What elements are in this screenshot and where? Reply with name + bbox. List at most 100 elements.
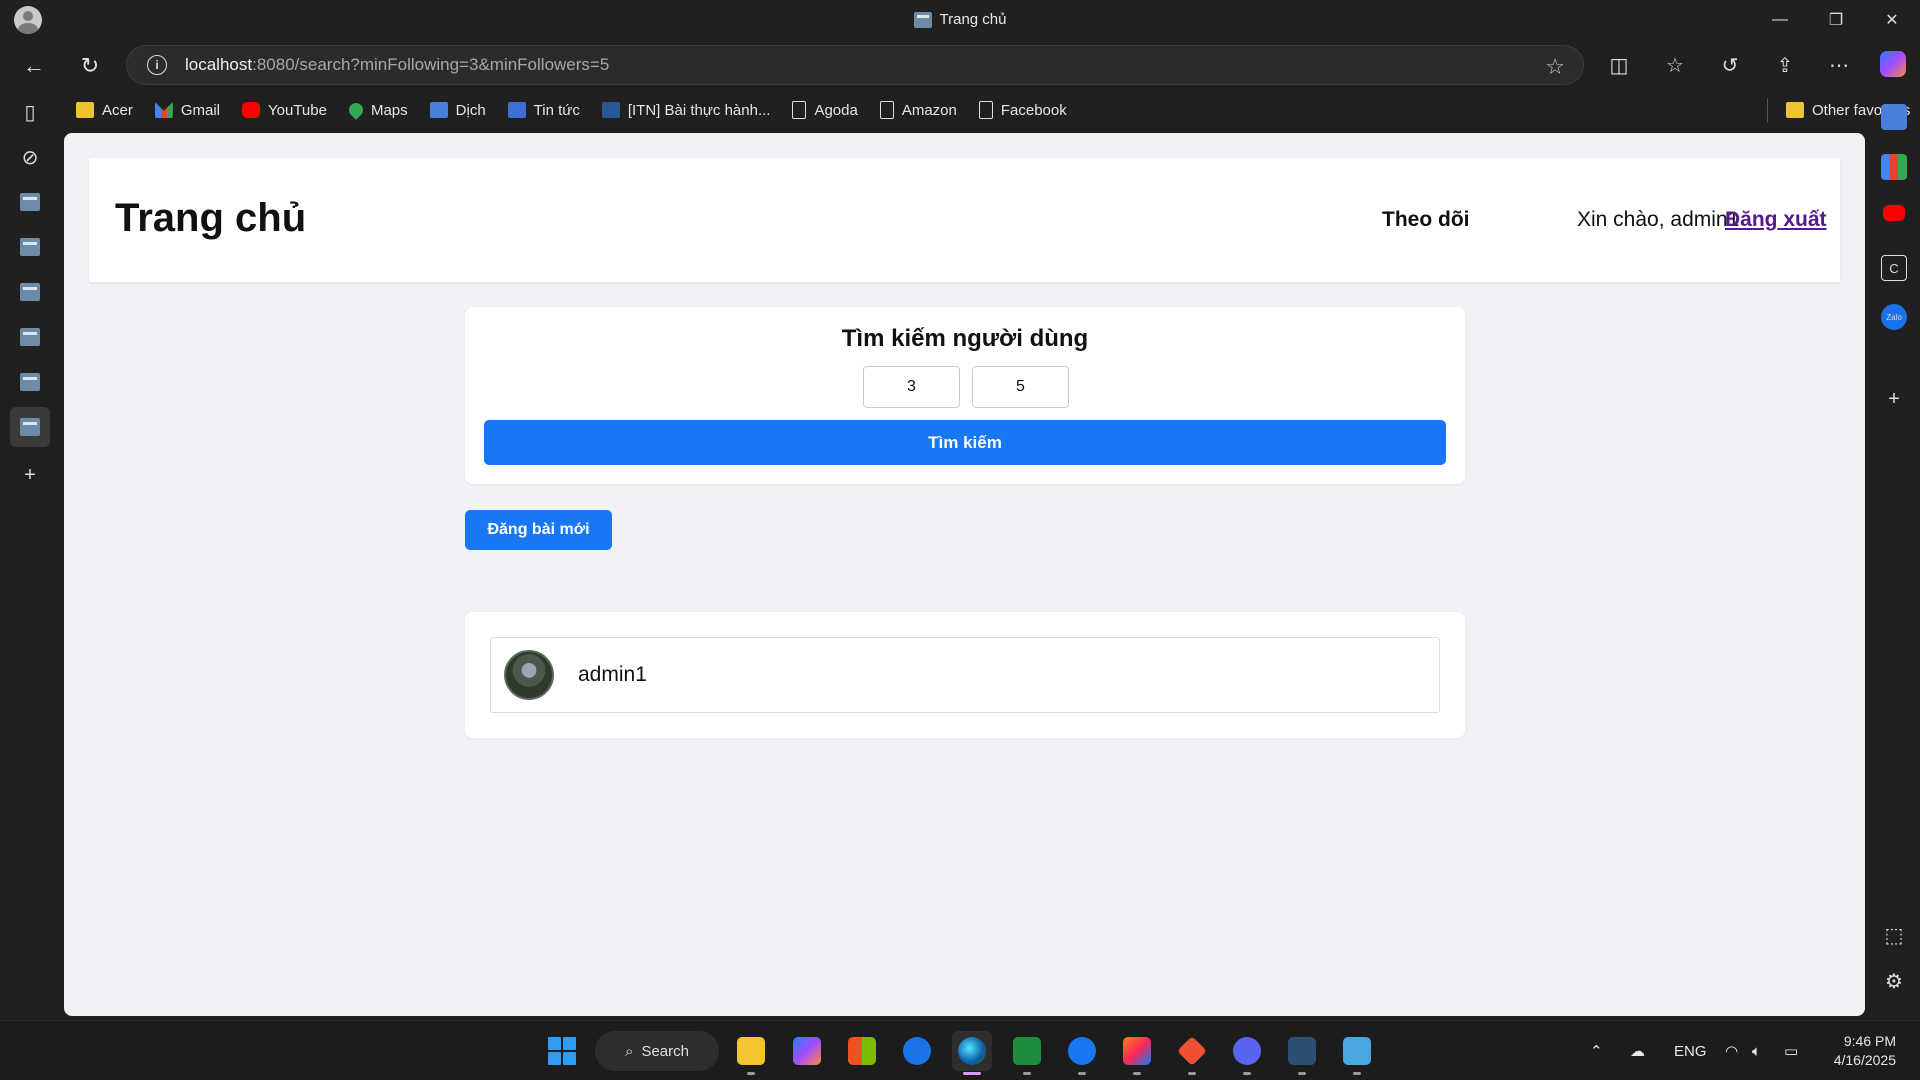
bookmark-acer[interactable]: Acer	[76, 102, 133, 119]
share-icon[interactable]: ⇪	[1768, 48, 1802, 82]
notepad-icon[interactable]	[1337, 1031, 1377, 1075]
battery-icon[interactable]: ▭	[1784, 1021, 1798, 1080]
more-menu-icon[interactable]: ⋯	[1822, 48, 1856, 82]
bookmark-label: Maps	[370, 101, 408, 119]
back-arrow-icon[interactable]: ←	[17, 49, 51, 83]
split-screen-icon[interactable]: ◫	[1602, 48, 1636, 82]
onedrive-cloud-icon[interactable]: ☁	[1630, 1021, 1645, 1080]
show-hidden-icons-chevron-icon[interactable]: ⌃	[1590, 1021, 1603, 1080]
zalo-icon[interactable]: Zalo	[1881, 304, 1907, 330]
reload-icon[interactable]: ↻	[73, 49, 107, 83]
taskbar-search[interactable]: ⌕ Search	[595, 1031, 719, 1071]
vertical-tab[interactable]	[10, 272, 50, 312]
page-icon	[879, 101, 894, 119]
gmail-icon[interactable]	[1881, 154, 1907, 180]
site-header: Trang chủ Theo dõi Xin chào, admin1 Đăng…	[89, 158, 1840, 282]
volume-icon[interactable]: 🔈︎	[1752, 1021, 1761, 1080]
url-host: localhost	[185, 55, 253, 74]
settings-gear-icon[interactable]: ⚙	[1881, 968, 1907, 994]
avatar[interactable]	[504, 650, 554, 700]
restore-icon[interactable]: ❐	[1808, 0, 1864, 40]
bookmark-youtube[interactable]: YouTube	[242, 102, 327, 119]
clock-date: 4/16/2025	[1833, 1052, 1896, 1068]
tab-favicon-icon	[20, 373, 40, 391]
start-windows-icon[interactable]	[542, 1031, 582, 1071]
favorite-star-icon[interactable]: ☆	[1545, 54, 1565, 80]
user-result-row[interactable]: admin1	[490, 637, 1440, 713]
page-icon	[792, 101, 807, 119]
taskbar-search-label: Search	[641, 1042, 689, 1060]
store-icon[interactable]	[842, 1031, 882, 1071]
tab-favicon-icon	[20, 418, 40, 436]
intellij-icon[interactable]	[1117, 1031, 1157, 1075]
new-tab-plus-icon[interactable]: +	[10, 455, 50, 495]
bookmark-label: Agoda	[814, 101, 858, 119]
minimize-icon[interactable]: —	[1752, 0, 1808, 40]
follow-nav-link[interactable]: Theo dõi	[1382, 208, 1470, 232]
logout-link[interactable]: Đăng xuất	[1725, 208, 1827, 232]
bookmark-translate[interactable]: Dịch	[429, 102, 486, 119]
git-icon[interactable]	[1172, 1031, 1212, 1075]
min-following-input[interactable]	[863, 366, 960, 408]
copilot-icon[interactable]	[1880, 51, 1906, 77]
copilot-app-icon[interactable]	[787, 1031, 827, 1071]
vertical-tab[interactable]	[10, 362, 50, 402]
url-text[interactable]: localhost:8080/search?minFollowing=3&min…	[185, 55, 609, 75]
page-title: Trang chủ	[115, 196, 307, 240]
youtube-icon	[242, 102, 261, 118]
search-button[interactable]: Tìm kiếm	[484, 420, 1446, 465]
bookmark-label: YouTube	[268, 101, 327, 119]
close-icon[interactable]: ✕	[1864, 0, 1920, 40]
news-icon	[507, 102, 526, 118]
youtube-icon[interactable]	[1883, 205, 1905, 221]
language-indicator[interactable]: ENG	[1674, 1021, 1707, 1080]
mysql-workbench-icon[interactable]	[1282, 1031, 1322, 1075]
bookmarks-divider	[1767, 98, 1768, 122]
window-title-text: Trang chủ	[939, 11, 1007, 28]
address-bar[interactable]: i localhost:8080/search?minFollowing=3&m…	[126, 45, 1584, 85]
title-bar: Trang chủ — ❐ ✕	[0, 0, 1920, 40]
bookmark-gmail[interactable]: Gmail	[154, 102, 220, 119]
result-username[interactable]: admin1	[578, 663, 647, 687]
screenshot-icon[interactable]: ⬚	[1881, 922, 1907, 948]
bookmark-label: Facebook	[1000, 101, 1067, 119]
bookmark-label: [ITN] Bài thực hành...	[627, 101, 771, 119]
edge-sidebar: C Zalo + ⬚ ⚙	[1868, 90, 1920, 1020]
browser-toolbar: ← ↻ i localhost:8080/search?minFollowing…	[0, 40, 1920, 90]
vertical-tab-active[interactable]	[10, 407, 50, 447]
tab-actions-icon[interactable]: ▯	[10, 92, 50, 132]
history-icon[interactable]: ↺	[1713, 48, 1747, 82]
translate-icon[interactable]	[1881, 104, 1907, 130]
wifi-icon[interactable]: ◠	[1725, 1021, 1738, 1080]
file-explorer-icon[interactable]	[731, 1031, 771, 1075]
discord-icon[interactable]	[1227, 1031, 1267, 1075]
page-icon	[978, 101, 993, 119]
tab-favicon-icon	[20, 238, 40, 256]
bookmark-maps[interactable]: Maps	[346, 100, 408, 120]
bookmark-facebook[interactable]: Facebook	[978, 101, 1067, 119]
site-info-icon[interactable]: i	[147, 55, 167, 75]
bookmark-news[interactable]: Tin tức	[507, 102, 580, 119]
favorites-icon[interactable]: ☆	[1658, 48, 1692, 82]
vertical-tab[interactable]	[10, 317, 50, 357]
vertical-tab[interactable]	[10, 182, 50, 222]
search-heading: Tìm kiếm người dùng	[841, 325, 1089, 352]
new-post-button[interactable]: Đăng bài mới	[465, 510, 612, 550]
maps-icon	[346, 100, 366, 120]
clipboard-icon[interactable]: C	[1881, 255, 1907, 281]
workspace-icon[interactable]: ⊘	[10, 137, 50, 177]
bookmark-label: Acer	[102, 101, 133, 119]
zalo-app-icon[interactable]	[897, 1031, 937, 1071]
add-sidebar-app-plus-icon[interactable]: +	[1881, 386, 1907, 412]
edge-browser-icon[interactable]	[952, 1031, 992, 1075]
min-followers-input[interactable]	[972, 366, 1069, 408]
greeting-text: Xin chào, admin1	[1577, 208, 1740, 231]
system-clock[interactable]: 9:46 PM 4/16/2025	[1818, 1032, 1896, 1070]
bookmark-agoda[interactable]: Agoda	[792, 101, 858, 119]
google-classroom-icon[interactable]	[1007, 1031, 1047, 1075]
facebook-icon[interactable]	[1062, 1031, 1102, 1075]
vertical-tab[interactable]	[10, 227, 50, 267]
gmail-icon	[154, 102, 173, 118]
bookmark-itn[interactable]: [ITN] Bài thực hành...	[601, 101, 771, 119]
bookmark-amazon[interactable]: Amazon	[879, 101, 957, 119]
